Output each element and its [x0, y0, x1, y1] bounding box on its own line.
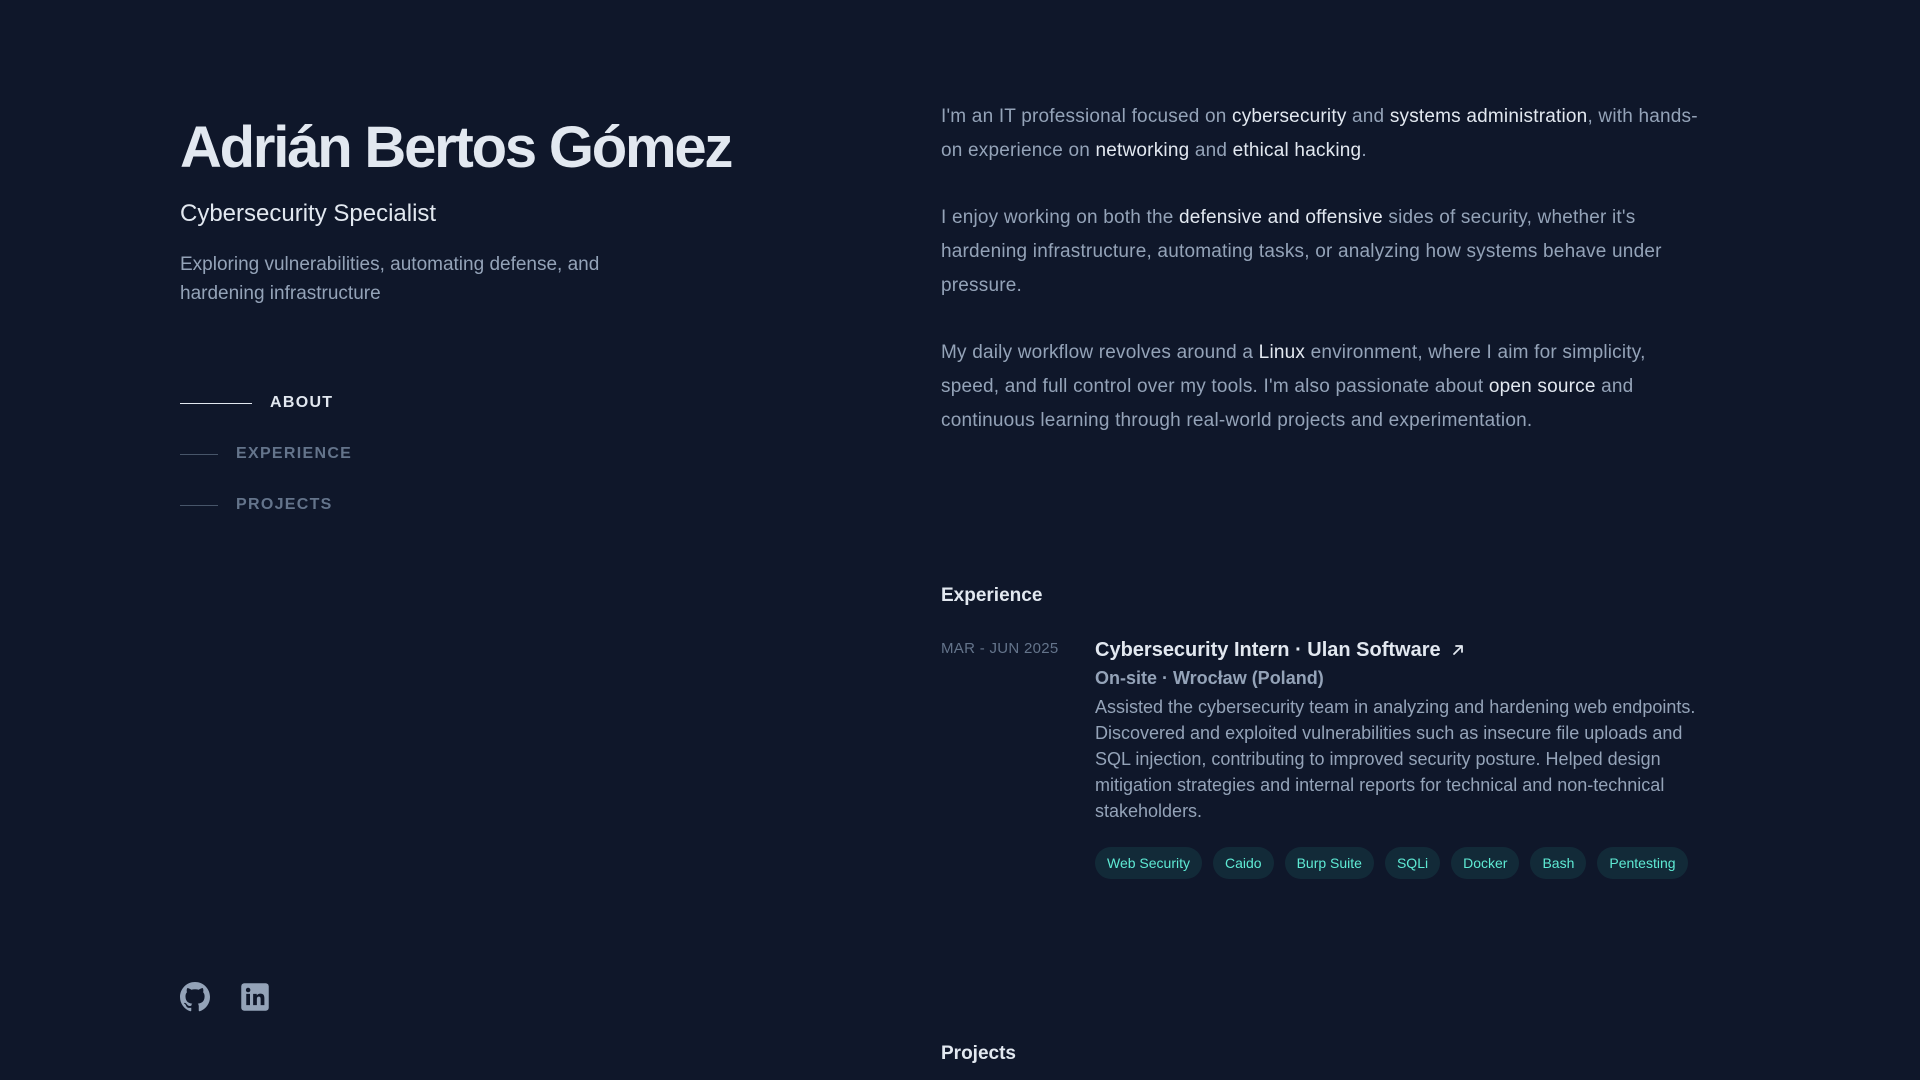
profile-name: Adrián Bertos Gómez — [180, 115, 733, 180]
experience-link[interactable]: Cybersecurity Intern · Ulan Software — [1095, 638, 1701, 662]
about-text: . — [1361, 140, 1367, 161]
about-text: My daily workflow revolves around a — [941, 342, 1259, 363]
about-text: I'm an IT professional focused on — [941, 106, 1233, 127]
profile-header: Adrián Bertos Gómez Cybersecurity Specia… — [180, 0, 800, 1080]
about-highlight: Linux — [1258, 342, 1306, 363]
nav-indicator-line — [180, 453, 218, 455]
github-icon[interactable] — [180, 982, 210, 1012]
nav-indicator-line — [180, 504, 218, 506]
nav-label-about: ABOUT — [270, 394, 334, 411]
experience-subheading: On-site · Wrocław (Poland) — [1095, 668, 1324, 688]
about-highlight: ethical hacking — [1232, 140, 1362, 161]
linkedin-icon[interactable] — [240, 982, 270, 1012]
main-content: I'm an IT professional focused on cybers… — [941, 0, 1701, 1080]
tech-tag-list: Web Security Caido Burp Suite SQLi Docke… — [1095, 847, 1701, 879]
tech-tag: SQLi — [1384, 847, 1441, 879]
nav-indicator-line — [180, 402, 252, 404]
about-highlight: systems administration — [1389, 106, 1588, 127]
nav-item-about[interactable]: ABOUT — [180, 390, 352, 416]
experience-date: MAR - JUN 2025 — [941, 640, 1059, 657]
experience-section-title: Experience — [941, 585, 1043, 606]
tech-tag: Caido — [1213, 847, 1274, 879]
tech-tag: Docker — [1451, 847, 1520, 879]
experience-body: Cybersecurity Intern · Ulan Software On-… — [1095, 638, 1701, 895]
tech-tag: Bash — [1530, 847, 1587, 879]
about-highlight: open source — [1488, 376, 1596, 397]
about-text: and — [1346, 106, 1390, 127]
nav-item-projects[interactable]: PROJECTS — [180, 492, 352, 518]
about-highlight: defensive and offensive — [1178, 207, 1383, 228]
about-paragraph-1: I'm an IT professional focused on cybers… — [941, 100, 1701, 168]
about-paragraph-3: My daily workflow revolves around a Linu… — [941, 336, 1701, 438]
about-section: I'm an IT professional focused on cybers… — [941, 100, 1701, 471]
about-highlight: networking — [1095, 140, 1190, 161]
about-text: and — [1189, 140, 1233, 161]
tech-tag: Burp Suite — [1284, 847, 1374, 879]
nav-item-experience[interactable]: EXPERIENCE — [180, 441, 352, 467]
arrow-up-right-icon — [1451, 643, 1465, 657]
social-links — [180, 982, 270, 1012]
about-highlight: cybersecurity — [1232, 106, 1347, 127]
experience-heading: Cybersecurity Intern · Ulan Software — [1095, 639, 1441, 661]
tech-tag: Pentesting — [1597, 847, 1688, 879]
portfolio-page: Adrián Bertos Gómez Cybersecurity Specia… — [0, 0, 1920, 1080]
experience-description: Assisted the cybersecurity team in analy… — [1095, 697, 1696, 821]
section-nav: ABOUT EXPERIENCE PROJECTS — [180, 390, 352, 543]
nav-label-experience: EXPERIENCE — [236, 445, 353, 462]
projects-section-title: Projects — [941, 1043, 1016, 1064]
profile-role: Cybersecurity Specialist — [180, 200, 437, 227]
tech-tag: Web Security — [1095, 847, 1202, 879]
about-text: I enjoy working on both the — [941, 207, 1179, 228]
profile-tagline: Exploring vulnerabilities, automating de… — [180, 254, 600, 304]
nav-label-projects: PROJECTS — [236, 496, 333, 513]
about-paragraph-2: I enjoy working on both the defensive an… — [941, 201, 1701, 303]
